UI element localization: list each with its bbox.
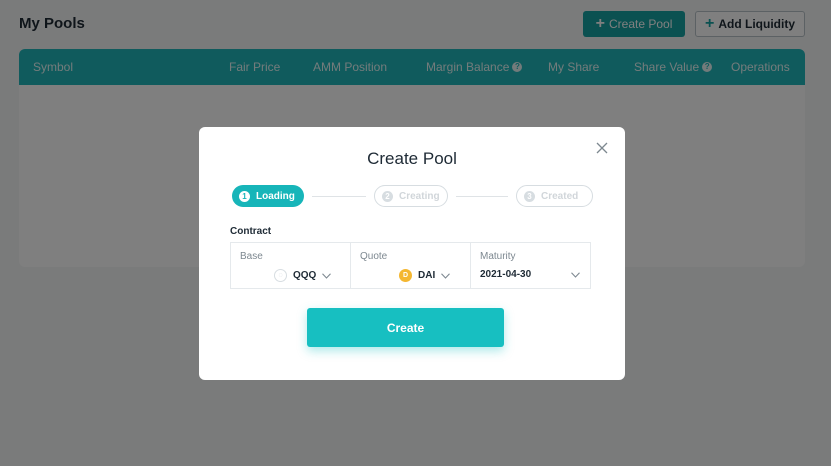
maturity-select[interactable]: Maturity 2021-04-30 xyxy=(471,243,590,288)
step-created: 3 Created xyxy=(516,185,593,207)
step-connector xyxy=(456,196,508,197)
step-creating: 2 Creating xyxy=(374,185,448,207)
step-number: 3 xyxy=(524,190,535,202)
quote-label: Quote xyxy=(360,251,388,262)
quote-select[interactable]: Quote D DAI xyxy=(351,243,471,288)
contract-fields: Base ◌ QQQ Quote D DAI Maturity 2021-04-… xyxy=(230,242,591,289)
step-label: Loading xyxy=(256,190,295,202)
close-icon[interactable] xyxy=(596,142,608,154)
step-number: 2 xyxy=(382,190,393,202)
quote-value: D DAI xyxy=(399,269,451,282)
dai-token-icon: D xyxy=(399,269,412,282)
base-label: Base xyxy=(240,251,263,262)
step-label: Created xyxy=(541,190,579,202)
create-button[interactable]: Create xyxy=(307,308,504,347)
step-number: 1 xyxy=(239,190,250,202)
quote-symbol: DAI xyxy=(418,270,436,281)
dialog-title: Create Pool xyxy=(367,149,457,168)
base-select[interactable]: Base ◌ QQQ xyxy=(231,243,351,288)
step-loading: 1 Loading xyxy=(232,185,304,207)
create-pool-dialog: Create Pool 1 Loading 2 Creating 3 Creat… xyxy=(199,127,625,380)
base-symbol: QQQ xyxy=(293,270,317,281)
maturity-date: 2021-04-30 xyxy=(480,269,532,280)
step-connector xyxy=(312,196,366,197)
contract-label: Contract xyxy=(230,226,272,237)
maturity-label: Maturity xyxy=(480,251,516,262)
chevron-down-icon xyxy=(441,272,451,279)
chevron-down-icon xyxy=(322,272,332,279)
step-label: Creating xyxy=(399,190,440,202)
base-value: ◌ QQQ xyxy=(274,269,332,282)
chevron-down-icon xyxy=(571,271,580,278)
qqq-token-icon: ◌ xyxy=(274,269,287,282)
maturity-value: 2021-04-30 xyxy=(480,269,580,280)
